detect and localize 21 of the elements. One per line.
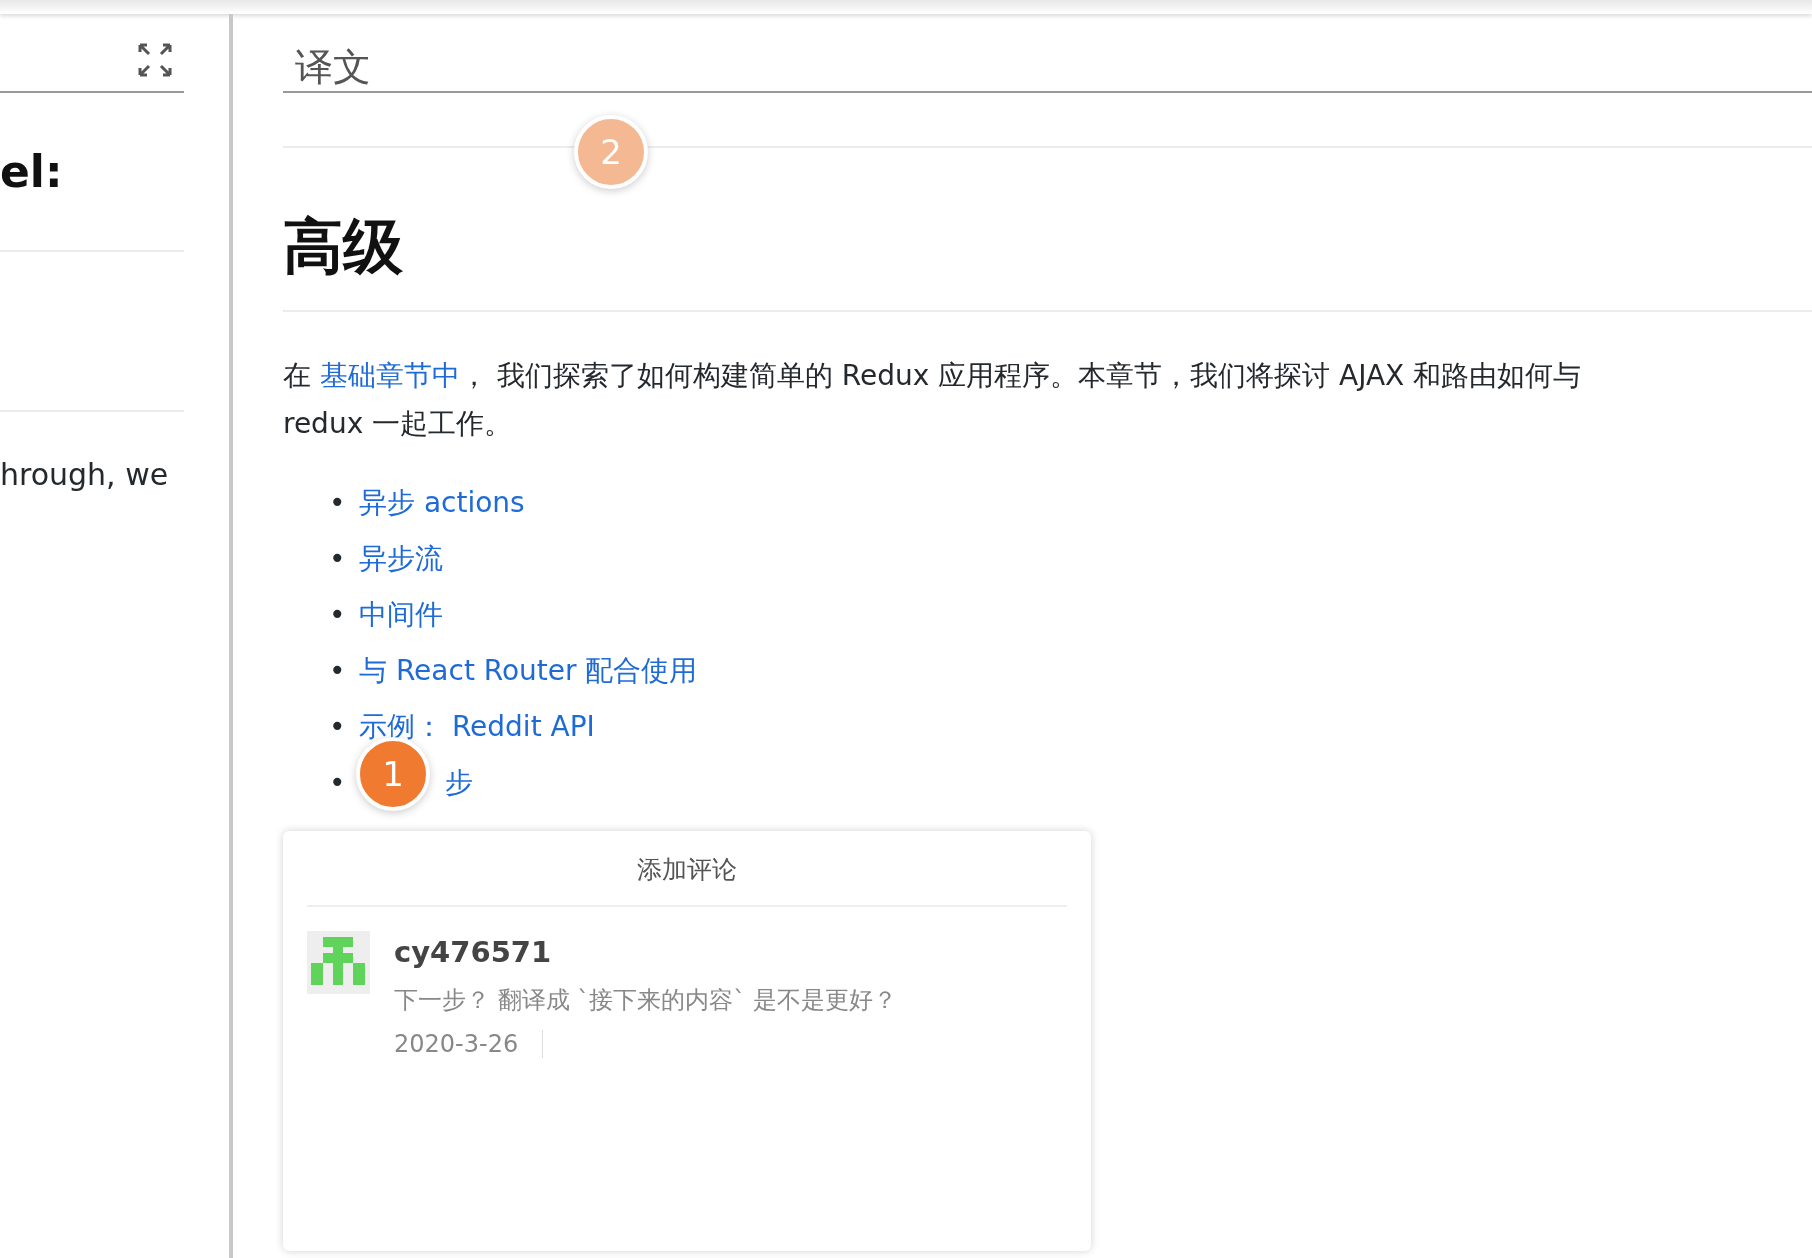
translation-tab[interactable]: 译文 bbox=[295, 45, 371, 91]
toc-link[interactable]: 异步 actions bbox=[359, 475, 525, 532]
comment-text: 下一步？ 翻译成 `接下来的内容` 是不是更好？ bbox=[394, 985, 897, 1017]
toc-link[interactable]: 中间件 bbox=[359, 587, 443, 644]
toc-link[interactable]: 步 bbox=[445, 755, 473, 812]
bullet: • bbox=[329, 597, 347, 634]
link[interactable]: 基础章节中 bbox=[319, 359, 460, 392]
bullet: • bbox=[329, 485, 347, 522]
toc-link[interactable]: 异步流 bbox=[359, 531, 443, 588]
bullet: • bbox=[329, 653, 347, 690]
comment-date: 2020-3-26 bbox=[394, 1030, 544, 1059]
fullscreen-icon[interactable] bbox=[138, 43, 172, 77]
comment-author: cy476571 bbox=[394, 933, 553, 971]
bullet: • bbox=[329, 541, 347, 578]
bullet: • bbox=[329, 709, 347, 746]
toc-link[interactable]: 与 React Router 配合使用 bbox=[359, 643, 698, 700]
paragraph: 在 基础章节中， 我们探索了如何构建简单的 Redux 应用程序。本章节，我们将探讨 AJAX 和路由如何与 redux 一起工作。 bbox=[283, 358, 1583, 442]
bullet: • bbox=[329, 765, 347, 802]
text-fragment: hrough, we bbox=[0, 456, 169, 494]
heading-fragment: el: bbox=[0, 144, 63, 199]
add-comment-title[interactable]: 添加评论 bbox=[307, 831, 1067, 907]
